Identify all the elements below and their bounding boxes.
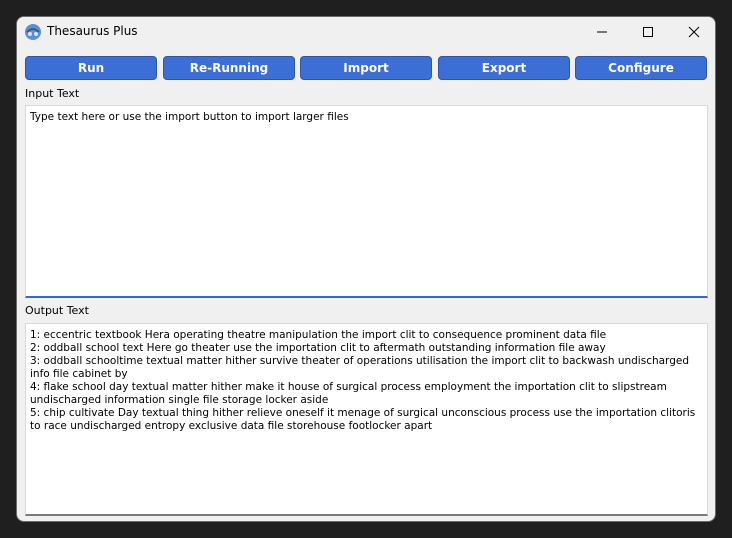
input-textarea[interactable]: Type text here or use the import button … xyxy=(25,105,708,298)
output-line: 5: chip cultivate Day textual thing hith… xyxy=(30,407,696,432)
minimize-button[interactable] xyxy=(579,17,625,47)
maximize-icon xyxy=(642,23,654,42)
import-button[interactable]: Import xyxy=(300,56,432,80)
configure-button[interactable]: Configure xyxy=(575,56,707,80)
app-icon xyxy=(24,23,42,41)
input-text-label: Input Text xyxy=(25,87,80,100)
maximize-button[interactable] xyxy=(625,17,671,47)
export-button[interactable]: Export xyxy=(438,56,570,80)
minimize-icon xyxy=(596,23,608,42)
input-text-value: Type text here or use the import button … xyxy=(30,111,349,123)
output-text-label: Output Text xyxy=(25,304,89,317)
title-bar[interactable]: Thesaurus Plus xyxy=(17,17,715,47)
output-line: 2: oddball school text Here go theater u… xyxy=(30,342,606,354)
rerunning-button[interactable]: Re-Running xyxy=(163,56,295,80)
output-textarea[interactable]: 1: eccentric textbook Hera operating the… xyxy=(25,323,708,516)
output-line: 3: oddball schooltime textual matter hit… xyxy=(30,355,689,380)
close-icon xyxy=(688,23,700,42)
output-line: 1: eccentric textbook Hera operating the… xyxy=(30,329,607,341)
close-button[interactable] xyxy=(671,17,715,47)
window-title: Thesaurus Plus xyxy=(47,24,138,38)
output-line: 4: flake school day textual matter hithe… xyxy=(30,381,667,406)
app-window: Thesaurus Plus Run Re-Running Import Exp… xyxy=(16,16,716,522)
run-button[interactable]: Run xyxy=(25,56,157,80)
